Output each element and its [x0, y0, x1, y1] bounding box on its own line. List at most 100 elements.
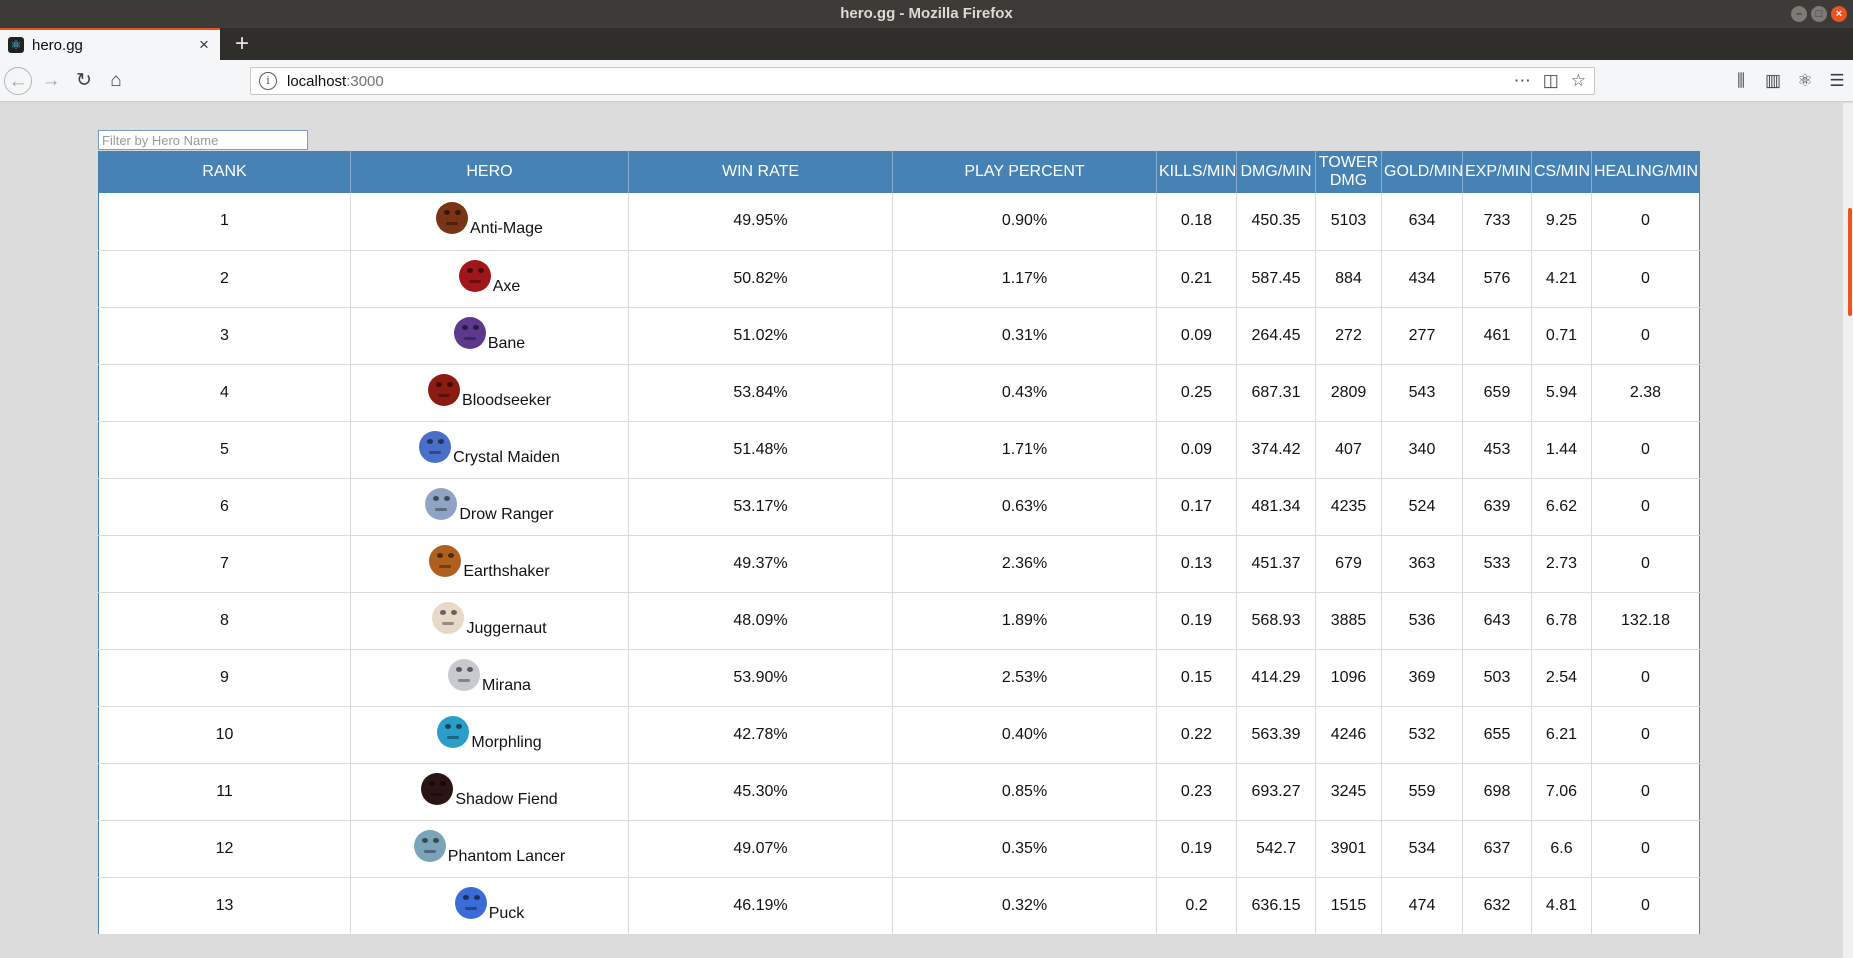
table-row[interactable]: 1 Anti-Mage 49.95% 0.90% 0.18 450.35 5103 634 73… [98, 193, 1700, 251]
cs-cell: 9.25 [1531, 193, 1592, 251]
header-cs-per-min[interactable]: CS/MIN [1531, 151, 1592, 193]
bane-portrait-icon [453, 316, 486, 349]
play-percent-cell: 2.53% [892, 649, 1157, 707]
kills-cell: 0.18 [1156, 193, 1237, 251]
dmg-cell: 587.45 [1236, 250, 1316, 308]
library-icon[interactable]: ⫼ [1725, 67, 1757, 95]
header-dmg-per-min[interactable]: DMG/MIN [1236, 151, 1316, 193]
dmg-cell: 414.29 [1236, 649, 1316, 707]
header-tower-dmg[interactable]: TOWER DMG [1315, 151, 1382, 193]
rank-cell: 12 [98, 820, 351, 878]
forward-icon[interactable]: → [37, 67, 65, 95]
tower-dmg-cell: 2809 [1315, 364, 1382, 422]
minimize-icon[interactable]: – [1791, 6, 1807, 22]
pocket-icon[interactable]: ◫ [1543, 71, 1559, 91]
rank-cell: 9 [98, 649, 351, 707]
close-tab-icon[interactable]: × [196, 35, 212, 55]
healing-cell: 0 [1591, 193, 1700, 251]
table-row[interactable]: 9 Mirana 53.90% 2.53% 0.15 414.29 1096 369 503 2.… [98, 649, 1700, 707]
dmg-cell: 693.27 [1236, 763, 1316, 821]
header-hero[interactable]: HERO [350, 151, 629, 193]
kills-cell: 0.2 [1156, 877, 1237, 935]
table-row[interactable]: 12 Phantom Lancer 49.07% 0.35% 0.19 542.7 3901… [98, 820, 1700, 878]
header-kills-per-min[interactable]: KILLS/MIN [1156, 151, 1237, 193]
rank-cell: 4 [98, 364, 351, 422]
cs-cell: 6.6 [1531, 820, 1592, 878]
exp-cell: 453 [1462, 421, 1532, 479]
rank-cell: 7 [98, 535, 351, 593]
bookmark-star-icon[interactable]: ☆ [1571, 71, 1586, 91]
page-scrollbar[interactable] [1843, 103, 1853, 958]
healing-cell: 0 [1591, 649, 1700, 707]
url-actions: ⋯ ◫ ☆ [1514, 71, 1586, 91]
site-info-icon[interactable]: i [259, 72, 277, 90]
page-actions-icon[interactable]: ⋯ [1514, 71, 1531, 91]
react-devtools-icon[interactable]: ⚛ [1789, 67, 1821, 95]
table-row[interactable]: 10 Morphling 42.78% 0.40% 0.22 563.39 4246 532 6… [98, 706, 1700, 764]
url-bar[interactable]: i localhost :3000 ⋯ ◫ ☆ [250, 67, 1595, 95]
table-row[interactable]: 8 Juggernaut 48.09% 1.89% 0.19 568.93 3885 536 6… [98, 592, 1700, 650]
table-row[interactable]: 5 Crystal Maiden 51.48% 1.71% 0.09 374.42 407 3… [98, 421, 1700, 479]
gold-cell: 277 [1381, 307, 1463, 365]
hero-label: Juggernaut [432, 601, 547, 640]
hero-name: Morphling [471, 733, 542, 751]
kills-cell: 0.09 [1156, 307, 1237, 365]
tower-dmg-cell: 3885 [1315, 592, 1382, 650]
rank-cell: 6 [98, 478, 351, 536]
header-rank[interactable]: RANK [98, 151, 351, 193]
gold-cell: 634 [1381, 193, 1463, 251]
header-win-rate[interactable]: WIN RATE [628, 151, 893, 193]
home-icon[interactable]: ⌂ [102, 67, 130, 95]
sidebar-icon[interactable]: ▥ [1757, 67, 1789, 95]
kills-cell: 0.21 [1156, 250, 1237, 308]
gold-cell: 524 [1381, 478, 1463, 536]
table-row[interactable]: 7 Earthshaker 49.37% 2.36% 0.13 451.37 679 363 5… [98, 535, 1700, 593]
dmg-cell: 450.35 [1236, 193, 1316, 251]
menu-icon[interactable]: ☰ [1821, 67, 1853, 95]
hero-label: Phantom Lancer [413, 829, 565, 868]
play-percent-cell: 2.36% [892, 535, 1157, 593]
cs-cell: 6.21 [1531, 706, 1592, 764]
win-rate-cell: 50.82% [628, 250, 893, 308]
close-window-icon[interactable]: × [1831, 6, 1847, 22]
cs-cell: 4.21 [1531, 250, 1592, 308]
scrollbar-thumb[interactable] [1848, 208, 1852, 316]
new-tab-icon[interactable]: + [228, 30, 256, 58]
header-exp-per-min[interactable]: EXP/MIN [1462, 151, 1532, 193]
hero-stats-table: RANK HERO WIN RATE PLAY PERCENT KILLS/MI… [98, 151, 1700, 935]
tower-dmg-cell: 4235 [1315, 478, 1382, 536]
hero-label: Drow Ranger [425, 487, 554, 526]
header-gold-per-min[interactable]: GOLD/MIN [1381, 151, 1463, 193]
cs-cell: 2.73 [1531, 535, 1592, 593]
table-row[interactable]: 3 Bane 51.02% 0.31% 0.09 264.45 272 277 461 0.71 0 [98, 307, 1700, 365]
healing-cell: 2.38 [1591, 364, 1700, 422]
puck-portrait-icon [454, 886, 487, 919]
hero-label: Morphling [437, 715, 542, 754]
table-row[interactable]: 4 Bloodseeker 53.84% 0.43% 0.25 687.31 2809 543… [98, 364, 1700, 422]
gold-cell: 369 [1381, 649, 1463, 707]
juggernaut-portrait-icon [432, 601, 465, 634]
table-row[interactable]: 11 Shadow Fiend 45.30% 0.85% 0.23 693.27 3245 5… [98, 763, 1700, 821]
healing-cell: 0 [1591, 535, 1700, 593]
maximize-icon[interactable]: □ [1811, 6, 1827, 22]
browser-tab[interactable]: ⚛ hero.gg × [0, 28, 220, 60]
hero-cell: Morphling [350, 706, 629, 764]
table-row[interactable]: 6 Drow Ranger 53.17% 0.63% 0.17 481.34 4235 524… [98, 478, 1700, 536]
back-icon[interactable]: ← [4, 67, 32, 95]
reload-icon[interactable]: ↻ [70, 67, 98, 95]
header-play-percent[interactable]: PLAY PERCENT [892, 151, 1157, 193]
header-healing-per-min[interactable]: HEALING/MIN [1591, 151, 1700, 193]
win-rate-cell: 51.02% [628, 307, 893, 365]
table-row[interactable]: 13 Puck 46.19% 0.32% 0.2 636.15 1515 474 632 4.81… [98, 877, 1700, 935]
table-row[interactable]: 2 Axe 50.82% 1.17% 0.21 587.45 884 434 576 4.21 0 [98, 250, 1700, 308]
react-favicon-icon: ⚛ [8, 37, 24, 53]
hero-filter-input[interactable] [98, 130, 308, 150]
tower-dmg-cell: 3901 [1315, 820, 1382, 878]
cs-cell: 7.06 [1531, 763, 1592, 821]
hero-label: Axe [458, 259, 520, 298]
hero-cell: Mirana [350, 649, 629, 707]
cs-cell: 5.94 [1531, 364, 1592, 422]
tower-dmg-cell: 1096 [1315, 649, 1382, 707]
dmg-cell: 636.15 [1236, 877, 1316, 935]
kills-cell: 0.25 [1156, 364, 1237, 422]
